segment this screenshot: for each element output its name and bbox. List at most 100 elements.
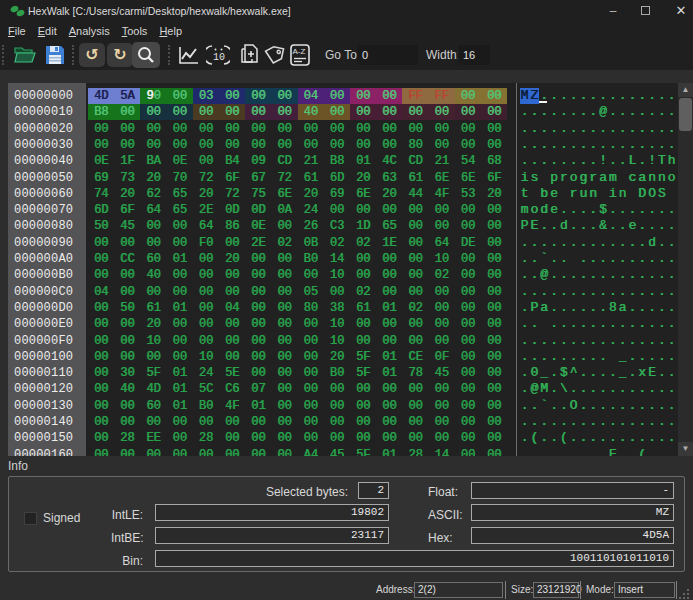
hex-byte[interactable]: 05 [298,284,324,300]
ascii-char[interactable]: . [588,284,598,300]
hex-byte[interactable]: 00 [245,104,271,120]
hex-byte[interactable]: 4C [376,153,402,169]
ascii-char[interactable]: . [588,137,598,153]
hex-byte[interactable]: 00 [324,88,350,104]
ascii-char[interactable]: . [598,251,608,267]
hex-byte[interactable]: 00 [429,398,455,414]
ascii-char[interactable]: . [598,381,608,397]
ascii-char[interactable]: . [608,121,618,137]
hex-byte[interactable]: 00 [88,381,114,397]
hex-byte[interactable]: 61 [298,170,324,186]
hex-byte[interactable]: 00 [455,300,481,316]
ascii-char[interactable]: & [598,218,608,234]
hex-byte[interactable]: B0 [298,251,324,267]
ascii-char[interactable]: . [588,316,598,332]
ascii-char[interactable]: _ [618,365,628,381]
ascii-char[interactable]: . [549,104,559,120]
hex-byte[interactable]: 00 [140,104,166,120]
hex-byte[interactable]: 00 [245,300,271,316]
ascii-char[interactable]: . [569,104,579,120]
hex-byte[interactable]: 00 [481,251,507,267]
hex-byte[interactable]: 6F [481,170,507,186]
hex-byte[interactable]: 40 [114,381,140,397]
hex-byte[interactable]: 00 [271,284,297,300]
hex-byte[interactable]: 1D [350,218,376,234]
hex-byte[interactable]: 00 [324,104,350,120]
ascii-char[interactable]: . [627,349,637,365]
ascii-char[interactable]: . [647,218,657,234]
ascii-char[interactable]: . [608,104,618,120]
hex-byte[interactable]: 4D [140,381,166,397]
ascii-char[interactable]: . [618,430,628,446]
hex-byte[interactable]: 00 [167,349,193,365]
ascii-char[interactable]: . [549,300,559,316]
hex-byte[interactable]: 1F [114,153,140,169]
hex-byte[interactable]: 00 [376,430,402,446]
hex-byte[interactable]: 00 [88,251,114,267]
hex-byte[interactable]: 00 [245,414,271,430]
ascii-char[interactable]: . [520,430,530,446]
hex-byte[interactable]: 00 [193,137,219,153]
ascii-char[interactable]: . [657,251,667,267]
ascii-char[interactable]: . [559,202,569,218]
hex-byte[interactable]: 00 [402,284,428,300]
ascii-char[interactable]: T [657,153,667,169]
ascii-char[interactable] [667,186,677,202]
hex-byte[interactable]: 63 [376,170,402,186]
ascii-char[interactable]: . [657,447,667,456]
hex-byte[interactable]: 45 [324,447,350,456]
hex-byte[interactable]: 00 [429,284,455,300]
ascii-char[interactable]: . [559,235,569,251]
ascii-char[interactable]: . [637,316,647,332]
ascii-char[interactable]: r [569,186,579,202]
hex-byte[interactable]: 00 [140,414,166,430]
ascii-char[interactable]: . [578,218,588,234]
ascii-char[interactable]: . [657,284,667,300]
hex-byte[interactable]: 01 [376,447,402,456]
ascii-char[interactable]: . [559,414,569,430]
ascii-char[interactable]: . [637,398,647,414]
hex-byte[interactable]: 20 [140,316,166,332]
hex-byte[interactable]: 02 [350,235,376,251]
hex-byte[interactable]: 02 [429,267,455,283]
hex-byte[interactable]: 00 [455,251,481,267]
ascii-char[interactable]: . [618,121,628,137]
hex-byte[interactable]: 6E [350,186,376,202]
hex-byte[interactable]: 00 [350,267,376,283]
hex-byte[interactable]: 5F [350,365,376,381]
hex-byte[interactable]: 00 [376,121,402,137]
hex-byte[interactable]: 72 [193,170,219,186]
ascii-char[interactable]: . [608,333,618,349]
hex-byte[interactable]: 40 [140,267,166,283]
ascii-char[interactable]: . [608,398,618,414]
ascii-char[interactable]: . [569,316,579,332]
ascii-char[interactable]: . [588,104,598,120]
hex-byte[interactable]: 00 [219,88,245,104]
ascii-char[interactable]: . [578,430,588,446]
hex-byte[interactable]: 00 [245,251,271,267]
ascii-char[interactable] [627,186,637,202]
ascii-char[interactable]: . [588,414,598,430]
ascii-char[interactable]: . [598,398,608,414]
hex-byte[interactable]: 00 [245,267,271,283]
hex-byte[interactable]: CE [402,349,428,365]
ascii-char[interactable]: . [520,300,530,316]
hex-byte[interactable]: 69 [324,186,350,202]
hex-byte[interactable]: 00 [481,430,507,446]
ascii-char[interactable]: . [539,218,549,234]
ascii-char[interactable]: . [578,333,588,349]
ascii-char[interactable]: . [657,316,667,332]
hex-byte[interactable]: B4 [219,153,245,169]
hex-byte[interactable]: 10 [429,251,455,267]
ascii-char[interactable]: . [539,235,549,251]
ascii-char[interactable]: . [637,267,647,283]
hex-byte[interactable]: 00 [271,365,297,381]
hex-byte[interactable]: 65 [376,218,402,234]
ascii-char[interactable]: . [578,447,588,456]
hex-byte[interactable]: 00 [481,104,507,120]
ascii-char[interactable]: . [657,104,667,120]
ascii-char[interactable]: . [529,153,539,169]
hex-byte[interactable]: 00 [245,447,271,456]
hex-byte[interactable]: 00 [324,202,350,218]
ascii-char[interactable]: . [598,284,608,300]
